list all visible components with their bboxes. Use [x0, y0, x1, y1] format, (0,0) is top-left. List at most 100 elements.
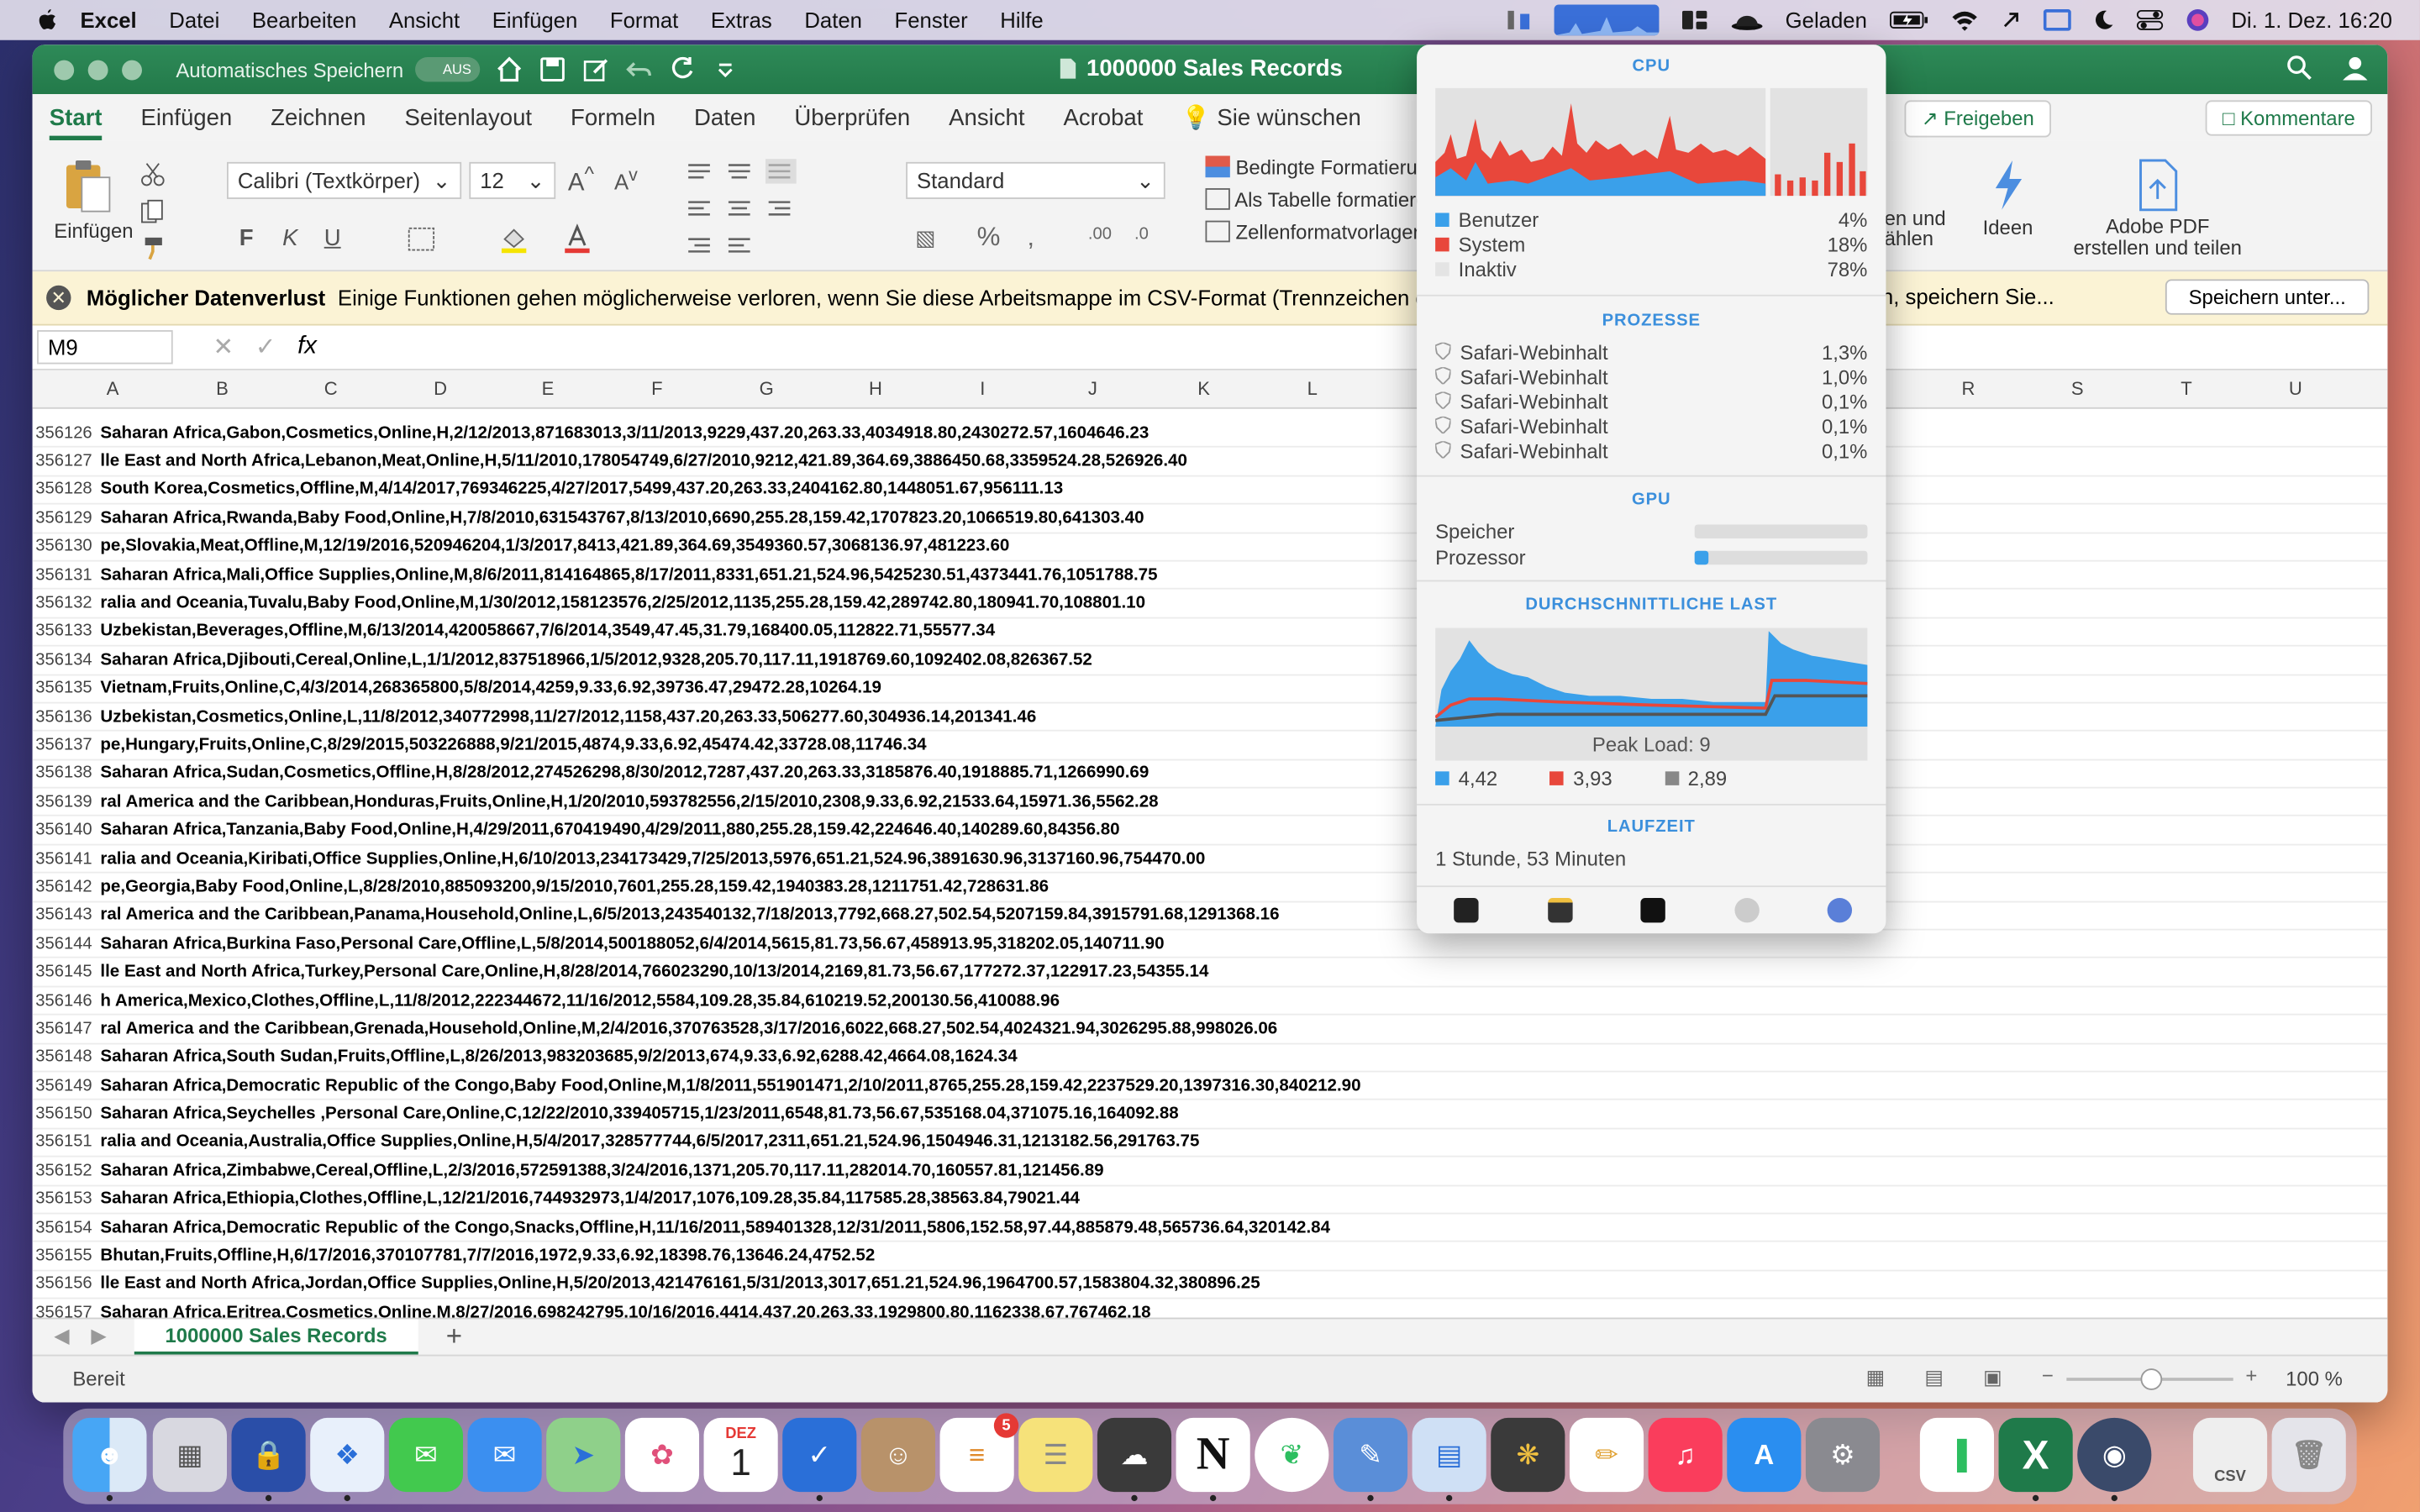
- trash-icon[interactable]: 🗑: [2271, 1417, 2346, 1493]
- dismiss-warning-icon[interactable]: ✕: [46, 285, 71, 311]
- csv-icon[interactable]: CSV: [2192, 1417, 2268, 1493]
- customize-toolbar-icon[interactable]: [712, 55, 739, 83]
- cancel-entry-icon[interactable]: ✕: [213, 332, 234, 363]
- table-row[interactable]: 356149 Saharan Africa,Democratic Republic…: [32, 1072, 2388, 1101]
- tell-me-box[interactable]: 💡 Sie wünschen: [1181, 103, 1361, 140]
- cell-a-value[interactable]: Saharan Africa,Seychelles ,Personal Care…: [100, 1105, 1178, 1123]
- italic-button[interactable]: K: [282, 225, 297, 251]
- cell-a-value[interactable]: Saharan Africa,Djibouti,Cereal,Online,L,…: [100, 651, 1092, 669]
- cell-a-value[interactable]: Saharan Africa,Ethiopia,Clothes,Offline,…: [100, 1190, 1080, 1209]
- apple-menu-icon[interactable]: [34, 8, 58, 32]
- battery-icon[interactable]: [1889, 9, 1929, 31]
- cell-styles-button[interactable]: Zellenformatvorlagen: [1205, 220, 1418, 244]
- table-row[interactable]: 356136 Uzbekistan,Cosmetics,Online,L,11/8…: [32, 703, 2388, 732]
- normal-view-icon[interactable]: ▦: [1866, 1365, 1886, 1389]
- cell-a-value[interactable]: Saharan Africa,Mali,Office Supplies,Onli…: [100, 565, 1157, 584]
- cell-a-value[interactable]: Vietnam,Fruits,Online,C,4/3/2014,2683658…: [100, 680, 881, 698]
- col-header-t[interactable]: T: [2181, 378, 2191, 400]
- spreadsheet-grid[interactable]: 356126 Saharan Africa,Gabon,Cosmetics,Onl…: [32, 420, 2388, 1318]
- row-number[interactable]: 356139: [33, 793, 101, 811]
- appstore-icon[interactable]: A: [1727, 1417, 1802, 1493]
- row-number[interactable]: 356128: [33, 480, 101, 499]
- font-size-select[interactable]: 12 ⌄: [469, 161, 556, 199]
- table-row[interactable]: 356153 Saharan Africa,Ethiopia,Clothes,Of…: [32, 1186, 2388, 1215]
- mail-icon[interactable]: ✉: [467, 1417, 542, 1493]
- notion-icon[interactable]: N: [1176, 1417, 1250, 1493]
- cell-a-value[interactable]: Saharan Africa,Burkina Faso,Personal Car…: [100, 935, 1164, 953]
- bold-button[interactable]: F: [239, 225, 254, 251]
- cell-a-value[interactable]: Saharan Africa,Tanzania,Baby Food,Online…: [100, 821, 1119, 839]
- menu-fenster[interactable]: Fenster: [895, 8, 968, 32]
- copy-icon[interactable]: [140, 199, 168, 223]
- table-row[interactable]: 356138 Saharan Africa,Sudan,Cosmetics,Off…: [32, 760, 2388, 789]
- table-row[interactable]: 356156 lle East and North Africa,Jordan,O…: [32, 1271, 2388, 1299]
- save-icon[interactable]: [539, 55, 567, 83]
- table-row[interactable]: 356146 h America,Mexico,Clothes,Offline,L…: [32, 987, 2388, 1016]
- dark-mode-icon[interactable]: [2092, 9, 2114, 31]
- conditional-formatting-button[interactable]: Bedingte Formatierung: [1205, 155, 1418, 179]
- evernote-icon[interactable]: ❦: [1255, 1417, 1329, 1493]
- tes-icon[interactable]: ❋: [1491, 1417, 1565, 1493]
- row-number[interactable]: 356132: [33, 594, 101, 612]
- table-row[interactable]: 356127 lle East and North Africa,Lebanon,…: [32, 448, 2388, 477]
- font-color-icon[interactable]: [562, 223, 593, 255]
- cell-a-value[interactable]: h America,Mexico,Clothes,Offline,L,11/8/…: [100, 991, 1060, 1010]
- siri-icon[interactable]: [2185, 8, 2209, 32]
- process-row[interactable]: Safari-Webinhalt 0,1%: [1435, 415, 1867, 438]
- contacts-icon[interactable]: ☺: [860, 1417, 936, 1493]
- notes-icon[interactable]: ☰: [1018, 1417, 1093, 1493]
- cell-a-value[interactable]: pe,Hungary,Fruits,Online,C,8/29/2015,503…: [100, 736, 926, 754]
- menu-einfuegen[interactable]: Einfügen: [492, 8, 578, 32]
- cell-a-value[interactable]: Uzbekistan,Beverages,Offline,M,6/13/2014…: [100, 622, 995, 641]
- menu-hilfe[interactable]: Hilfe: [1000, 8, 1043, 32]
- save-as-button[interactable]: Speichern unter...: [2165, 279, 2370, 315]
- col-header-l[interactable]: L: [1307, 378, 1318, 400]
- tab-ansicht[interactable]: Ansicht: [949, 105, 1024, 140]
- cell-a-value[interactable]: Saharan Africa,Sudan,Cosmetics,Offline,H…: [100, 764, 1149, 783]
- table-row[interactable]: 356131 Saharan Africa,Mali,Office Supplie…: [32, 561, 2388, 591]
- format-painter-icon[interactable]: [140, 236, 165, 260]
- row-number[interactable]: 356135: [33, 680, 101, 698]
- cloud-icon[interactable]: ☁: [1097, 1417, 1172, 1493]
- cell-a-value[interactable]: Saharan Africa,Democratic Republic of th…: [100, 1218, 1330, 1236]
- row-number[interactable]: 356149: [33, 1076, 101, 1095]
- menu-format[interactable]: Format: [610, 8, 678, 32]
- row-number[interactable]: 356131: [33, 565, 101, 584]
- istat-icon[interactable]: ◉: [2077, 1417, 2152, 1493]
- confirm-entry-icon[interactable]: ✓: [255, 332, 276, 363]
- table-row[interactable]: 356130 pe,Slovakia,Meat,Offline,M,12/19/2…: [32, 533, 2388, 562]
- autosave-toggle[interactable]: AUS: [415, 56, 481, 82]
- col-header-u[interactable]: U: [2289, 378, 2302, 400]
- cell-a-value[interactable]: ralia and Oceania,Kiribati,Office Suppli…: [100, 849, 1205, 868]
- decrease-font-icon[interactable]: Av: [614, 165, 638, 194]
- page-layout-view-icon[interactable]: ▤: [1924, 1365, 1944, 1389]
- music-icon[interactable]: ♫: [1648, 1417, 1723, 1493]
- cell-a-value[interactable]: Saharan Africa,Rwanda,Baby Food,Online,H…: [100, 509, 1144, 528]
- disk-utility-icon[interactable]: [1733, 897, 1759, 923]
- next-sheet-icon[interactable]: ▶: [91, 1324, 106, 1348]
- ideas-button[interactable]: Ideen: [1965, 159, 2051, 239]
- table-row[interactable]: 356143 ral America and the Caribbean,Pana…: [32, 902, 2388, 931]
- table-row[interactable]: 356151 ralia and Oceania,Australia,Office…: [32, 1129, 2388, 1158]
- control-center-icon[interactable]: [2135, 9, 2163, 31]
- row-number[interactable]: 356140: [33, 821, 101, 839]
- row-number[interactable]: 356156: [33, 1275, 101, 1294]
- row-number[interactable]: 356157: [33, 1304, 101, 1318]
- col-header-r[interactable]: R: [1961, 378, 1975, 400]
- borders-icon[interactable]: [408, 227, 435, 251]
- table-row[interactable]: 356139 ral America and the Caribbean,Hond…: [32, 789, 2388, 817]
- cell-a-value[interactable]: pe,Slovakia,Meat,Offline,M,12/19/2016,52…: [100, 538, 1009, 556]
- menu-extras[interactable]: Extras: [711, 8, 772, 32]
- terminal-icon[interactable]: [1640, 897, 1665, 923]
- col-header-h[interactable]: H: [869, 378, 882, 400]
- table-row[interactable]: 356155 Bhutan,Fruits,Offline,H,6/17/2016,…: [32, 1242, 2388, 1271]
- comments-button[interactable]: □ Kommentare: [2205, 100, 2373, 136]
- fill-color-icon[interactable]: [498, 223, 529, 255]
- table-row[interactable]: 356142 pe,Georgia,Baby Food,Online,L,8/28…: [32, 874, 2388, 902]
- number-format-select[interactable]: Standard ⌄: [906, 161, 1165, 199]
- row-number[interactable]: 356138: [33, 764, 101, 783]
- format-as-table-button[interactable]: Als Tabelle formatieren: [1205, 188, 1418, 212]
- tab-daten[interactable]: Daten: [694, 105, 756, 140]
- tab-formeln[interactable]: Formeln: [571, 105, 655, 140]
- zoom-in-icon[interactable]: +: [2245, 1364, 2257, 1388]
